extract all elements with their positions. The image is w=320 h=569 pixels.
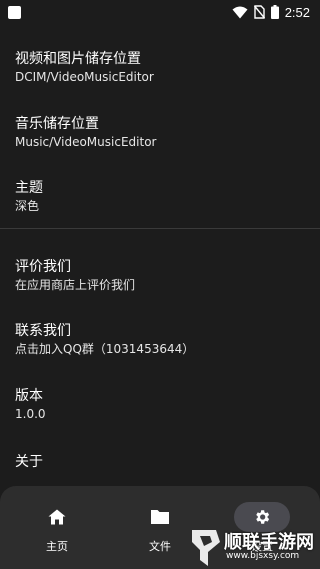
setting-subtitle: 在应用商店上评价我们 [15, 278, 136, 292]
setting-music-storage[interactable]: 音乐储存位置 Music/VideoMusicEditor [15, 115, 305, 150]
settings-screen: 2:52 视频和图片储存位置 DCIM/VideoMusicEditor 音乐储… [0, 0, 320, 569]
section-divider [0, 228, 320, 229]
watermark-url: www.bjsxsy.com [226, 551, 300, 561]
setting-title: 联系我们 [15, 323, 71, 339]
setting-version[interactable]: 版本 1.0.0 [15, 387, 305, 422]
status-left [8, 5, 21, 19]
setting-title: 主题 [15, 180, 43, 196]
setting-video-storage[interactable]: 视频和图片储存位置 DCIM/VideoMusicEditor [15, 50, 305, 85]
setting-title: 版本 [15, 388, 43, 404]
setting-title: 评价我们 [15, 259, 71, 275]
watermark-logo-icon [192, 530, 220, 566]
folder-icon [151, 510, 169, 524]
setting-contact-us[interactable]: 联系我们 点击加入QQ群（1031453644） [15, 322, 305, 357]
no-sim-icon [253, 5, 265, 19]
setting-title: 关于 [15, 454, 43, 470]
setting-about[interactable]: 关于 [15, 453, 305, 471]
status-bar: 2:52 [0, 0, 320, 24]
setting-subtitle: Music/VideoMusicEditor [15, 135, 157, 149]
battery-icon [270, 5, 279, 19]
nav-icon-container [29, 502, 85, 532]
setting-subtitle: 1.0.0 [15, 407, 46, 421]
status-right: 2:52 [232, 5, 310, 20]
setting-title: 音乐储存位置 [15, 116, 99, 132]
nav-icon-container [132, 502, 188, 532]
nav-label: 主页 [46, 540, 68, 553]
setting-subtitle: 点击加入QQ群（1031453644） [15, 342, 195, 356]
setting-subtitle: DCIM/VideoMusicEditor [15, 70, 154, 84]
wifi-icon [232, 6, 248, 18]
setting-rate-us[interactable]: 评价我们 在应用商店上评价我们 [15, 258, 305, 293]
app-icon [8, 5, 21, 19]
setting-theme[interactable]: 主题 深色 [15, 179, 305, 214]
home-icon [48, 509, 66, 525]
setting-title: 视频和图片储存位置 [15, 51, 141, 67]
status-time: 2:52 [284, 4, 310, 20]
watermark: 顺联手游网 www.bjsxsy.com [186, 524, 320, 569]
nav-item-home[interactable]: 主页 [17, 486, 97, 556]
setting-subtitle: 深色 [15, 199, 40, 213]
